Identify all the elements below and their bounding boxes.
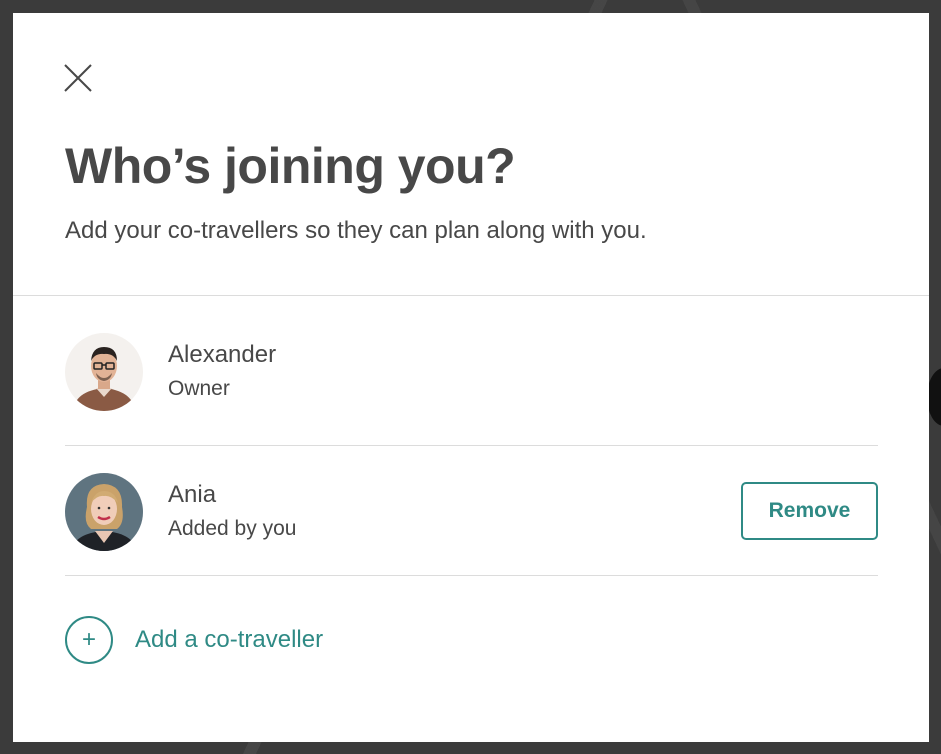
avatar	[65, 333, 143, 411]
traveller-name: Alexander	[168, 341, 277, 368]
row-divider	[65, 575, 878, 576]
avatar	[65, 473, 143, 551]
traveller-row-ania: Ania Added by you Remove	[65, 453, 878, 583]
dialog-title: Who’s joining you?	[65, 138, 516, 194]
traveller-row-alexander: Alexander Owner	[65, 313, 878, 443]
traveller-role: Owner	[168, 377, 230, 400]
dialog-subtitle: Add your co-travellers so they can plan …	[65, 217, 647, 244]
traveller-name: Ania	[168, 481, 217, 508]
close-button[interactable]	[63, 63, 93, 93]
close-icon	[64, 64, 92, 92]
add-co-traveller-label: Add a co-traveller	[135, 626, 324, 653]
row-divider	[65, 445, 878, 446]
traveller-role: Added by you	[168, 517, 297, 540]
remove-button[interactable]: Remove	[741, 482, 878, 540]
section-divider	[13, 295, 929, 296]
add-co-traveller-button[interactable]: + Add a co-traveller	[65, 613, 465, 667]
co-travellers-dialog: Who’s joining you? Add your co-traveller…	[13, 13, 929, 742]
plus-icon: +	[65, 616, 113, 664]
